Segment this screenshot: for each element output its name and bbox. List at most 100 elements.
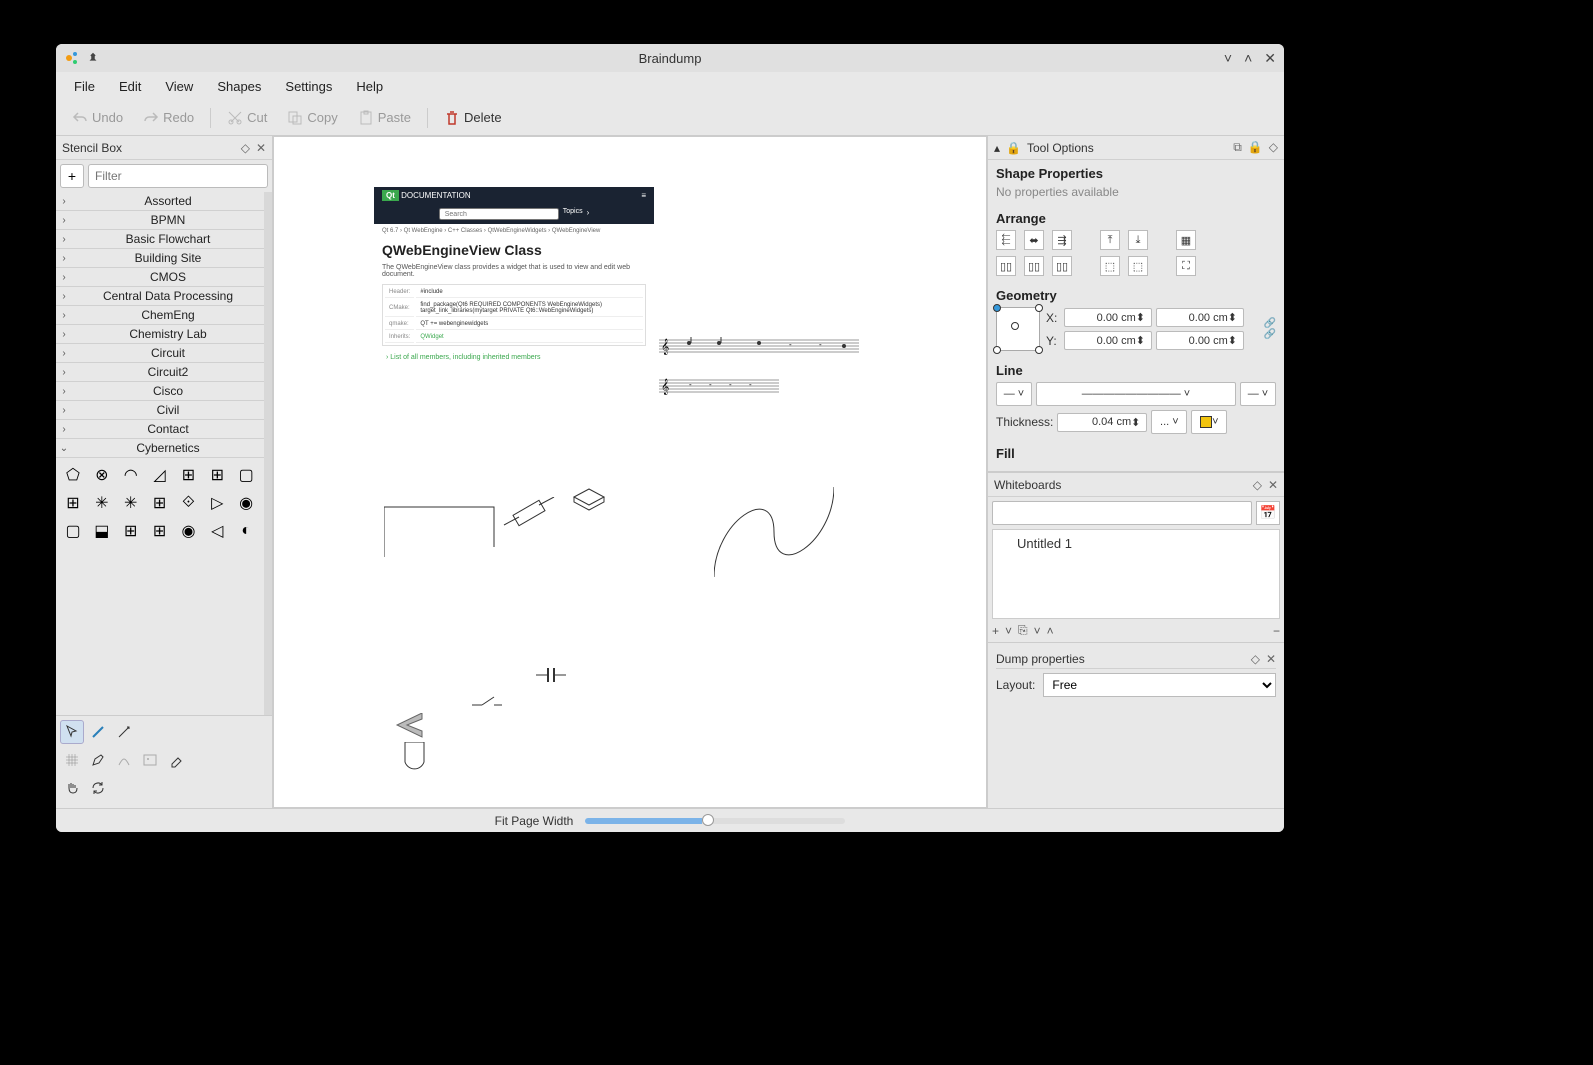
diamond-icon[interactable]: ◇ <box>1269 140 1278 155</box>
lock-icon[interactable]: 🔒 <box>1006 141 1021 155</box>
menu-shapes[interactable]: Shapes <box>207 75 271 98</box>
stencil-shape[interactable]: ▷ <box>204 490 230 516</box>
stencil-shape[interactable]: ◿ <box>147 462 173 488</box>
stencil-category[interactable]: ›ChemEng <box>56 306 264 325</box>
stencil-shape[interactable]: ⊞ <box>147 518 173 544</box>
wb-down-icon[interactable]: ˅ <box>1005 624 1012 638</box>
wb-float-icon[interactable]: ◇ <box>1253 478 1262 492</box>
collapse-icon[interactable]: ▴ <box>994 141 1000 155</box>
grid-tool[interactable] <box>60 748 84 772</box>
dist-v-bottom[interactable]: ⬚ <box>1128 256 1148 276</box>
float-icon[interactable]: ◇ <box>241 141 250 155</box>
whiteboard-name-input[interactable] <box>992 501 1252 525</box>
anchor-preview[interactable] <box>996 307 1040 351</box>
line-more[interactable]: ... ˅ <box>1151 410 1187 434</box>
stencil-shape[interactable]: ✳ <box>89 490 115 516</box>
list-item[interactable]: Untitled 1 <box>997 534 1275 553</box>
whiteboard-list[interactable]: Untitled 1 <box>992 529 1280 619</box>
stencil-category[interactable]: ›Circuit <box>56 344 264 363</box>
stencil-category[interactable]: ›Cisco <box>56 382 264 401</box>
stencil-category[interactable]: ›BPMN <box>56 211 264 230</box>
align-left[interactable]: ⬱ <box>996 230 1016 250</box>
stencil-shape[interactable]: ◉ <box>233 490 259 516</box>
stencil-category[interactable]: ›Circuit2 <box>56 363 264 382</box>
whiteboard-date-button[interactable]: 📅 <box>1256 501 1280 525</box>
dist-h-left[interactable]: ▯▯ <box>996 256 1016 276</box>
lock2-icon[interactable]: 🔒 <box>1248 140 1263 155</box>
line-end-cap[interactable]: — ˅ <box>1240 382 1276 406</box>
stencil-shape[interactable]: ◁ <box>204 518 230 544</box>
stencil-shape[interactable]: ⬠ <box>60 462 86 488</box>
maximize-icon[interactable]: ˄ <box>1244 50 1252 67</box>
pin-icon[interactable] <box>86 51 100 65</box>
pencil-tool[interactable] <box>86 748 110 772</box>
undo-button[interactable]: Undo <box>64 106 131 130</box>
copy-button[interactable]: Copy <box>279 106 345 130</box>
stencil-category[interactable]: ›Building Site <box>56 249 264 268</box>
dist-h-center[interactable]: ▯▯ <box>1024 256 1044 276</box>
detach-icon[interactable]: ⧉ <box>1233 140 1242 155</box>
canvas[interactable]: Qt DOCUMENTATION≡ Topics› Qt 6.7 › Qt We… <box>273 136 987 808</box>
line-start-cap[interactable]: — ˅ <box>996 382 1032 406</box>
stencil-shape[interactable]: ✳ <box>118 490 144 516</box>
h-input[interactable]: 0.00 cm ⬍ <box>1156 331 1244 350</box>
pan-tool[interactable] <box>60 776 84 800</box>
align-right[interactable]: ⇶ <box>1052 230 1072 250</box>
add-stencil-button[interactable]: + <box>60 164 84 188</box>
dump-close-icon[interactable]: ✕ <box>1266 652 1276 666</box>
thickness-input[interactable]: 0.04 cm ⬍ <box>1057 413 1147 432</box>
connector-tool[interactable] <box>112 720 136 744</box>
menu-edit[interactable]: Edit <box>109 75 151 98</box>
filter-input[interactable] <box>88 164 268 188</box>
paste-button[interactable]: Paste <box>350 106 419 130</box>
line-color[interactable]: ˅ <box>1191 410 1227 434</box>
menu-help[interactable]: Help <box>346 75 393 98</box>
dump-float-icon[interactable]: ◇ <box>1251 652 1260 666</box>
fit-label[interactable]: Fit Page Width <box>495 814 574 828</box>
wb-down2-icon[interactable]: ˅ <box>1034 624 1041 638</box>
select-tool[interactable] <box>60 720 84 744</box>
stencil-shape[interactable]: ⊞ <box>60 490 86 516</box>
align-top[interactable]: ⤒ <box>1100 230 1120 250</box>
zoom-slider[interactable] <box>585 818 845 824</box>
stencil-category[interactable]: ›Central Data Processing <box>56 287 264 306</box>
dist-h-right[interactable]: ▯▯ <box>1052 256 1072 276</box>
stencil-shape[interactable]: ⊞ <box>118 518 144 544</box>
dist-grid[interactable]: ⛶ <box>1176 256 1196 276</box>
stencil-category[interactable]: ›CMOS <box>56 268 264 287</box>
redo-button[interactable]: Redo <box>135 106 202 130</box>
stencil-category[interactable]: ›Chemistry Lab <box>56 325 264 344</box>
stencil-category[interactable]: ›Basic Flowchart <box>56 230 264 249</box>
stencil-shape[interactable]: ⟐ <box>175 490 201 516</box>
menu-view[interactable]: View <box>155 75 203 98</box>
close-panel-icon[interactable]: ✕ <box>256 141 266 155</box>
layout-select[interactable]: Free <box>1043 673 1276 697</box>
stencil-category[interactable]: ›Assorted <box>56 192 264 211</box>
stencil-category[interactable]: ⌄Cybernetics <box>56 439 264 458</box>
distribute-1[interactable]: ▦ <box>1176 230 1196 250</box>
dist-v-top[interactable]: ⬚ <box>1100 256 1120 276</box>
wb-remove-icon[interactable]: − <box>1273 624 1280 638</box>
stencil-shape[interactable]: ◐ <box>233 518 259 544</box>
wb-close-icon[interactable]: ✕ <box>1268 478 1278 492</box>
align-center-h[interactable]: ⬌ <box>1024 230 1044 250</box>
stencil-shape[interactable]: ▢ <box>60 518 86 544</box>
stencil-shape[interactable]: ⊞ <box>175 462 201 488</box>
menu-file[interactable]: File <box>64 75 105 98</box>
stencil-shape[interactable]: ⊗ <box>89 462 115 488</box>
refresh-tool[interactable] <box>86 776 110 800</box>
stencil-category[interactable]: ›Contact <box>56 420 264 439</box>
delete-button[interactable]: Delete <box>436 106 510 130</box>
stencil-shape[interactable]: ⊞ <box>204 462 230 488</box>
minimize-icon[interactable]: ˅ <box>1224 50 1232 67</box>
image-tool[interactable] <box>138 748 162 772</box>
stencil-shape[interactable]: ◠ <box>118 462 144 488</box>
menu-settings[interactable]: Settings <box>275 75 342 98</box>
line-style[interactable]: ————————— ˅ <box>1036 382 1236 406</box>
calligraphy-tool[interactable] <box>112 748 136 772</box>
wb-add-icon[interactable]: + <box>992 624 999 638</box>
stencil-shape[interactable]: ◉ <box>175 518 201 544</box>
stencil-shape[interactable]: ▢ <box>233 462 259 488</box>
eraser-tool[interactable] <box>164 748 188 772</box>
wb-copy-icon[interactable]: ⎘ <box>1018 623 1028 638</box>
